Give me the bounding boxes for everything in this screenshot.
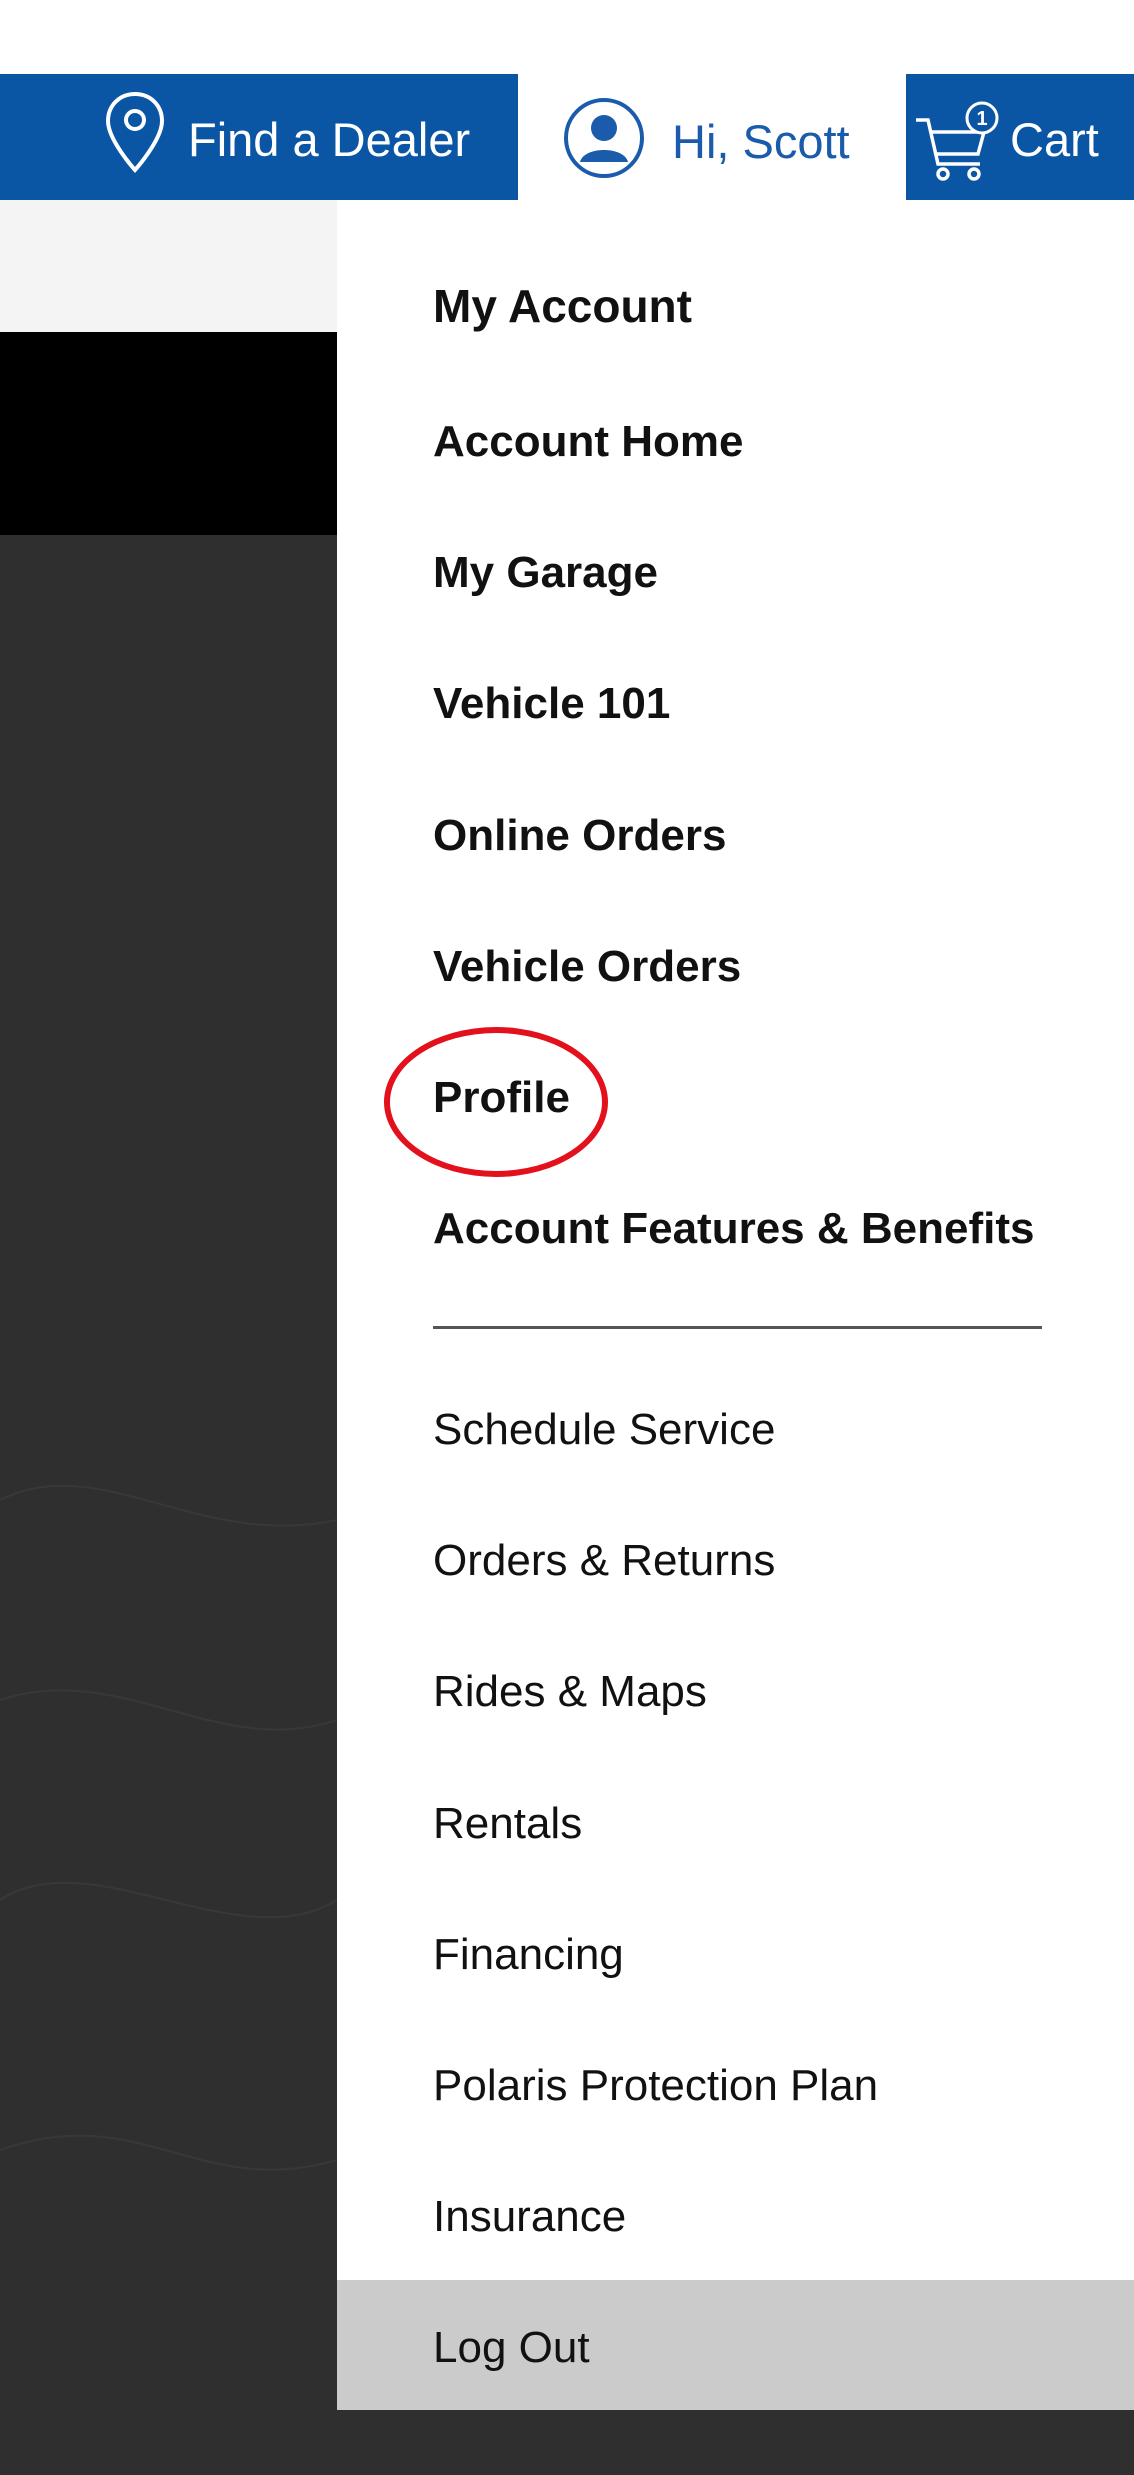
menu-item-online-orders[interactable]: Online Orders (433, 806, 1113, 866)
shopping-cart-icon: 1 (916, 101, 999, 181)
menu-item-protection-plan[interactable]: Polaris Protection Plan (433, 2056, 1113, 2116)
menu-item-vehicle-orders[interactable]: Vehicle Orders (433, 937, 1113, 997)
menu-item-orders-returns[interactable]: Orders & Returns (433, 1531, 1113, 1591)
map-pin-icon (105, 91, 165, 173)
nav-bar-area (0, 332, 337, 535)
cart-count-badge: 1 (976, 108, 987, 130)
menu-item-schedule-service[interactable]: Schedule Service (433, 1400, 1113, 1460)
menu-item-insurance[interactable]: Insurance (433, 2187, 1113, 2247)
greeting-label: Hi, Scott (672, 115, 850, 168)
search-bar-area (0, 200, 337, 332)
highlight-circle (384, 1027, 608, 1177)
account-menu-button[interactable]: Hi, Scott (518, 74, 906, 200)
account-dropdown-menu: My Account Account Home My Garage Vehicl… (337, 200, 1134, 2410)
menu-item-account-home[interactable]: Account Home (433, 412, 1113, 472)
menu-item-vehicle-101[interactable]: Vehicle 101 (433, 674, 1113, 734)
menu-item-account-features[interactable]: Account Features & Benefits (433, 1199, 1113, 1259)
menu-item-rides-maps[interactable]: Rides & Maps (433, 1662, 1113, 1722)
menu-item-my-garage[interactable]: My Garage (433, 543, 1113, 603)
logout-button[interactable]: Log Out (337, 2280, 1134, 2410)
logout-label: Log Out (433, 2323, 590, 2372)
menu-divider (433, 1326, 1042, 1329)
find-dealer-label: Find a Dealer (188, 113, 471, 166)
page-background-bottom (337, 2410, 1134, 2475)
cart-label: Cart (1010, 113, 1099, 166)
find-dealer-button[interactable]: Find a Dealer (0, 74, 518, 200)
menu-item-financing[interactable]: Financing (433, 1925, 1113, 1985)
page-background (0, 200, 337, 2475)
cart-button[interactable]: 1 Cart (906, 74, 1134, 200)
header: Find a Dealer Hi, Scott 1 Cart (0, 0, 1134, 200)
menu-item-rentals[interactable]: Rentals (433, 1794, 1113, 1854)
user-circle-icon (564, 98, 644, 178)
menu-title: My Account (433, 280, 692, 332)
topographic-pattern (0, 1484, 337, 2171)
